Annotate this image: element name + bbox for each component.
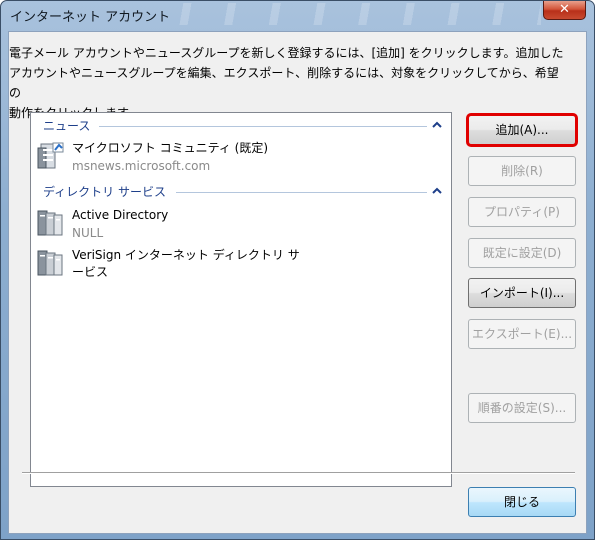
news-server-icon xyxy=(37,142,64,169)
group-header-label: ニュース xyxy=(43,119,91,133)
account-name-multiline: VeriSign インターネット ディレクトリ サ ービス xyxy=(72,247,332,281)
group-divider xyxy=(176,192,427,193)
instructions-line-1: 電子メール アカウントやニュースグループを新しく登録するには、[追加] をクリッ… xyxy=(9,46,564,60)
account-name-line-1: VeriSign インターネット ディレクトリ サ xyxy=(72,248,300,262)
group-header-news[interactable]: ニュース xyxy=(43,118,443,136)
group-header-directory-services[interactable]: ディレクトリ サービス xyxy=(43,184,443,202)
account-name: Active Directory xyxy=(72,208,169,222)
remove-button[interactable]: 削除(R) xyxy=(468,156,576,186)
group-header-label: ディレクトリ サービス xyxy=(43,185,166,199)
close-icon: ✕ xyxy=(559,2,570,17)
set-default-button[interactable]: 既定に設定(D) xyxy=(468,238,576,268)
collapse-chevron-icon[interactable] xyxy=(431,184,443,198)
directory-server-icon xyxy=(37,250,63,276)
account-server: NULL xyxy=(72,226,104,240)
instructions-text: 電子メール アカウントやニュースグループを新しく登録するには、[追加] をクリッ… xyxy=(9,43,569,123)
import-button[interactable]: インポート(I)... xyxy=(468,278,576,308)
close-button[interactable]: 閉じる xyxy=(468,487,576,517)
export-button[interactable]: エクスポート(E)... xyxy=(468,319,576,349)
account-server: msnews.microsoft.com xyxy=(72,159,211,173)
properties-button[interactable]: プロパティ(P) xyxy=(468,197,576,227)
title-bar[interactable]: インターネット アカウント ✕ xyxy=(1,1,594,31)
bottom-divider xyxy=(22,472,575,474)
account-name: マイクロソフト コミュニティ (既定) xyxy=(72,141,269,155)
window-title: インターネット アカウント xyxy=(10,10,171,25)
accounts-list[interactable]: ニュース マイクロソフト コミュニティ (既定) msnews.microsof… xyxy=(30,112,452,487)
instructions-line-2: アカウントやニュースグループを編集、エクスポート、削除するには、対象をクリックし… xyxy=(9,66,559,100)
set-order-button[interactable]: 順番の設定(S)... xyxy=(468,393,576,423)
group-divider xyxy=(99,126,427,127)
internet-accounts-window: インターネット アカウント ✕ 電子メール アカウントやニュースグループを新しく… xyxy=(0,0,595,540)
close-window-button[interactable]: ✕ xyxy=(543,1,586,20)
add-button[interactable]: 追加(A)... xyxy=(466,113,578,147)
dialog-client-area: 電子メール アカウントやニュースグループを新しく登録するには、[追加] をクリッ… xyxy=(8,31,587,534)
directory-server-icon xyxy=(37,210,63,236)
collapse-chevron-icon[interactable] xyxy=(431,118,443,132)
account-name-line-2: ービス xyxy=(72,265,109,279)
title-bar-glass xyxy=(161,3,541,25)
